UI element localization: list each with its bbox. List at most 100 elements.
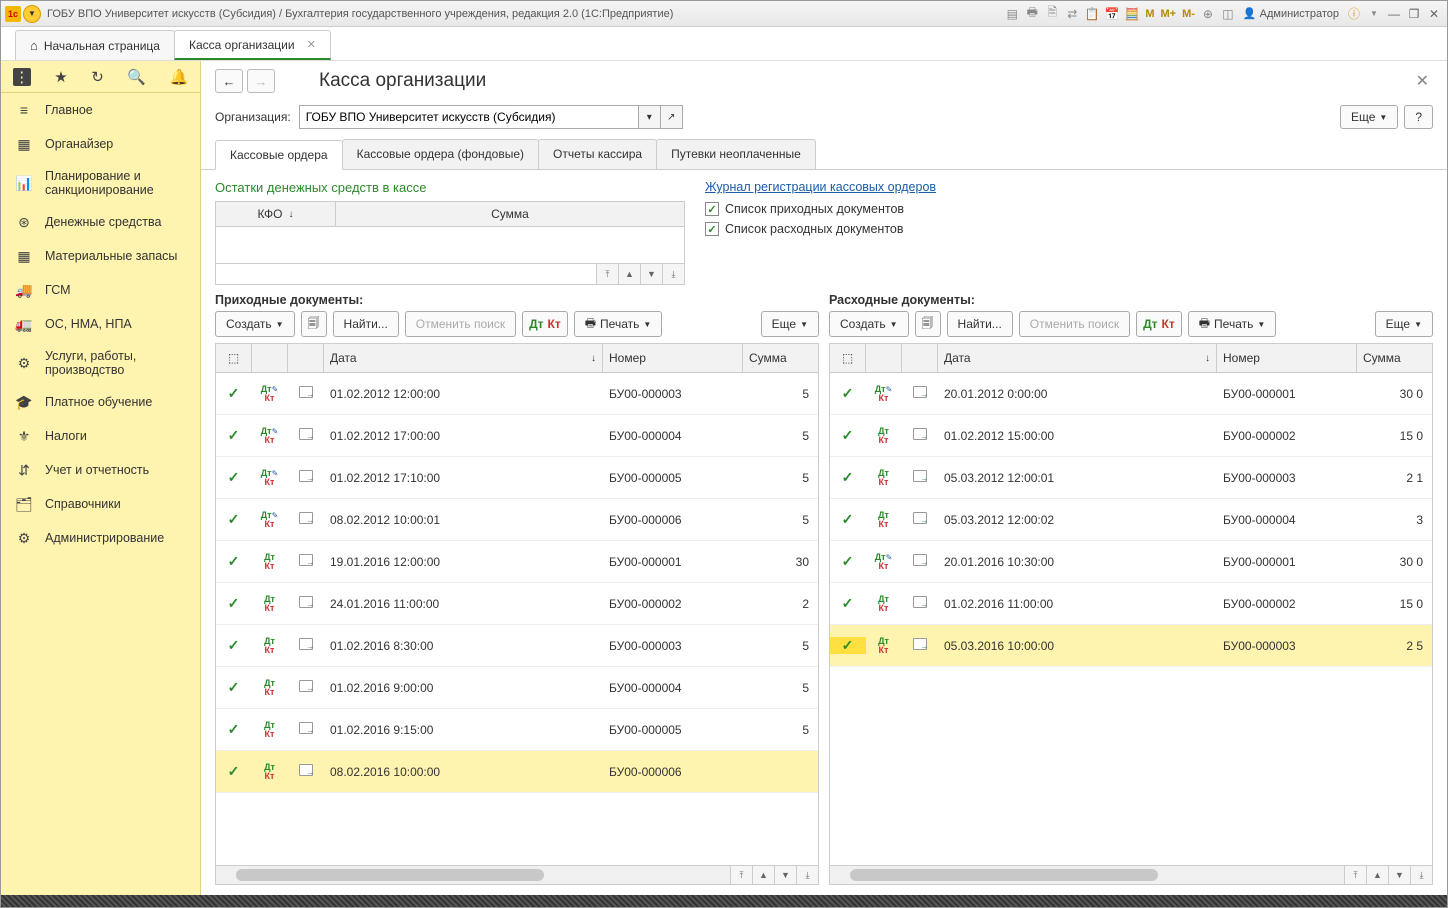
expense-dtkt-button[interactable]: ДтКт	[1136, 311, 1182, 337]
sidebar-item-planning[interactable]: 📊Планирование и санкционирование	[1, 161, 200, 205]
journal-link[interactable]: Журнал регистрации кассовых ордеров	[705, 180, 936, 194]
sidebar-item-accounting[interactable]: ⇵Учет и отчетность	[1, 453, 200, 487]
compare-icon[interactable]: ⇄	[1063, 5, 1081, 23]
org-input[interactable]	[299, 105, 639, 129]
back-button[interactable]: ←	[215, 69, 243, 93]
income-row[interactable]: ✓ Дт✎Кт 01.02.2012 12:00:00 БУ00-000003 …	[216, 373, 818, 415]
income-col-sum[interactable]: Сумма	[743, 344, 818, 372]
expense-nav-up[interactable]: ▲	[1366, 866, 1388, 884]
info-icon[interactable]: ⓘ	[1345, 5, 1363, 23]
print-icon[interactable]: 🖶	[1023, 5, 1041, 23]
favorites-icon[interactable]: ★	[54, 68, 67, 86]
balance-nav-down[interactable]: ▼	[640, 264, 662, 284]
expense-row[interactable]: ✓ Дт✎Кт 20.01.2012 0:00:00 БУ00-000001 3…	[830, 373, 1432, 415]
balance-col-sum[interactable]: Сумма	[336, 202, 684, 226]
income-cancel-search-button[interactable]: Отменить поиск	[405, 311, 516, 337]
expense-row[interactable]: ✓ ДтКт 05.03.2012 12:00:02 БУ00-000004 3	[830, 499, 1432, 541]
sidebar-item-cash[interactable]: ⊛Денежные средства	[1, 205, 200, 239]
memory-m-minus[interactable]: M-	[1180, 8, 1197, 20]
income-row[interactable]: ✓ ДтКт 19.01.2016 12:00:00 БУ00-000001 3…	[216, 541, 818, 583]
expense-more-button[interactable]: Еще▼	[1375, 311, 1433, 337]
income-row[interactable]: ✓ ДтКт 01.02.2016 9:00:00 БУ00-000004 5	[216, 667, 818, 709]
income-copy-button[interactable]: 🗐	[301, 311, 327, 337]
balance-nav-up[interactable]: ▲	[618, 264, 640, 284]
income-col-num[interactable]: Номер	[603, 344, 743, 372]
document-icon[interactable]: 🗎	[1043, 5, 1061, 23]
expense-nav-down[interactable]: ▼	[1388, 866, 1410, 884]
close-window-button[interactable]: ✕	[1425, 6, 1443, 22]
forward-button[interactable]: →	[247, 69, 275, 93]
income-col-doc[interactable]	[288, 344, 324, 372]
expense-row[interactable]: ✓ ДтКт 05.03.2012 12:00:01 БУ00-000003 2…	[830, 457, 1432, 499]
itab-cash-orders[interactable]: Кассовые ордера	[215, 140, 343, 170]
income-more-button[interactable]: Еще▼	[761, 311, 819, 337]
expense-copy-button[interactable]: 🗐	[915, 311, 941, 337]
expense-col-status[interactable]: ⬚	[830, 344, 866, 372]
help-button[interactable]: ?	[1404, 105, 1433, 129]
expense-col-sum[interactable]: Сумма	[1357, 344, 1432, 372]
expense-row[interactable]: ✓ ДтКт 01.02.2012 15:00:00 БУ00-000002 1…	[830, 415, 1432, 457]
sidebar-item-materials[interactable]: ▦Материальные запасы	[1, 239, 200, 273]
sidebar-item-main[interactable]: ≡Главное	[1, 93, 200, 127]
expense-row[interactable]: ✓ ДтКт 05.03.2016 10:00:00 БУ00-000003 2…	[830, 625, 1432, 667]
sidebar-item-assets[interactable]: 🚛ОС, НМА, НПА	[1, 307, 200, 341]
memory-m[interactable]: M	[1143, 8, 1156, 20]
sidebar-item-catalogs[interactable]: 🗂Справочники	[1, 487, 200, 521]
income-print-button[interactable]: 🖶Печать▼	[574, 311, 663, 337]
zoom-icon[interactable]: ⊕	[1199, 5, 1217, 23]
sidebar-item-taxes[interactable]: ⚜Налоги	[1, 419, 200, 453]
income-nav-up[interactable]: ▲	[752, 866, 774, 884]
income-col-date[interactable]: Дата↓	[324, 344, 603, 372]
main-menu-dropdown[interactable]: ▼	[23, 5, 41, 23]
itab-reports[interactable]: Отчеты кассира	[538, 139, 657, 169]
more-button[interactable]: Еще▼	[1340, 105, 1398, 129]
income-row[interactable]: ✓ Дт✎Кт 01.02.2012 17:00:00 БУ00-000004 …	[216, 415, 818, 457]
income-row[interactable]: ✓ ДтКт 08.02.2016 10:00:00 БУ00-000006	[216, 751, 818, 793]
history-icon[interactable]: ↻	[91, 68, 104, 86]
minimize-button[interactable]: —	[1385, 6, 1403, 22]
expense-row[interactable]: ✓ Дт✎Кт 20.01.2016 10:30:00 БУ00-000001 …	[830, 541, 1432, 583]
income-nav-last[interactable]: ⤓	[796, 866, 818, 884]
memory-m-plus[interactable]: M+	[1159, 8, 1179, 20]
sections-icon[interactable]: ⋮⋮⋮	[13, 68, 31, 86]
expense-cancel-search-button[interactable]: Отменить поиск	[1019, 311, 1130, 337]
expense-col-doc[interactable]	[902, 344, 938, 372]
maximize-button[interactable]: ❐	[1405, 6, 1423, 22]
expense-find-button[interactable]: Найти...	[947, 311, 1013, 337]
calendar-icon[interactable]: 📅	[1103, 5, 1121, 23]
tab-home[interactable]: ⌂ Начальная страница	[15, 30, 175, 60]
income-row[interactable]: ✓ ДтКт 01.02.2016 9:15:00 БУ00-000005 5	[216, 709, 818, 751]
notifications-icon[interactable]: 🔔	[170, 68, 189, 86]
income-nav-first[interactable]: ⤒	[730, 866, 752, 884]
sidebar-item-fuel[interactable]: 🚚ГСМ	[1, 273, 200, 307]
income-find-button[interactable]: Найти...	[333, 311, 399, 337]
chk-expense-row[interactable]: ✓Список расходных документов	[705, 222, 1433, 236]
income-col-dk[interactable]	[252, 344, 288, 372]
current-user[interactable]: 👤Администратор	[1243, 7, 1339, 20]
clipboard-icon[interactable]: 📋	[1083, 5, 1101, 23]
sidebar-item-organizer[interactable]: ▦Органайзер	[1, 127, 200, 161]
income-row[interactable]: ✓ ДтКт 24.01.2016 11:00:00 БУ00-000002 2	[216, 583, 818, 625]
income-row[interactable]: ✓ Дт✎Кт 08.02.2012 10:00:01 БУ00-000006 …	[216, 499, 818, 541]
chk-income-row[interactable]: ✓Список приходных документов	[705, 202, 1433, 216]
balance-nav-last[interactable]: ⤓	[662, 264, 684, 284]
expense-create-button[interactable]: Создать▼	[829, 311, 909, 337]
sidebar-item-admin[interactable]: ⚙Администрирование	[1, 521, 200, 555]
income-hscroll[interactable]	[216, 866, 730, 884]
panel-icon[interactable]: ◫	[1219, 5, 1237, 23]
balance-nav-first[interactable]: ⤒	[596, 264, 618, 284]
expense-col-date[interactable]: Дата↓	[938, 344, 1217, 372]
itab-fund-orders[interactable]: Кассовые ордера (фондовые)	[342, 139, 539, 169]
expense-col-num[interactable]: Номер	[1217, 344, 1357, 372]
income-row[interactable]: ✓ ДтКт 01.02.2016 8:30:00 БУ00-000003 5	[216, 625, 818, 667]
tab-cash[interactable]: Касса организации ✕	[174, 30, 331, 60]
expense-nav-first[interactable]: ⤒	[1344, 866, 1366, 884]
sidebar-item-services[interactable]: ⚙Услуги, работы, производство	[1, 341, 200, 385]
org-dropdown[interactable]: ▾	[639, 105, 661, 129]
expense-col-dk[interactable]	[866, 344, 902, 372]
expense-print-button[interactable]: 🖶Печать▼	[1188, 311, 1277, 337]
org-open-button[interactable]: ↗	[661, 105, 683, 129]
info-dropdown[interactable]: ▼	[1365, 5, 1383, 23]
income-col-status[interactable]: ⬚	[216, 344, 252, 372]
print-preview-icon[interactable]: ▤	[1003, 5, 1021, 23]
